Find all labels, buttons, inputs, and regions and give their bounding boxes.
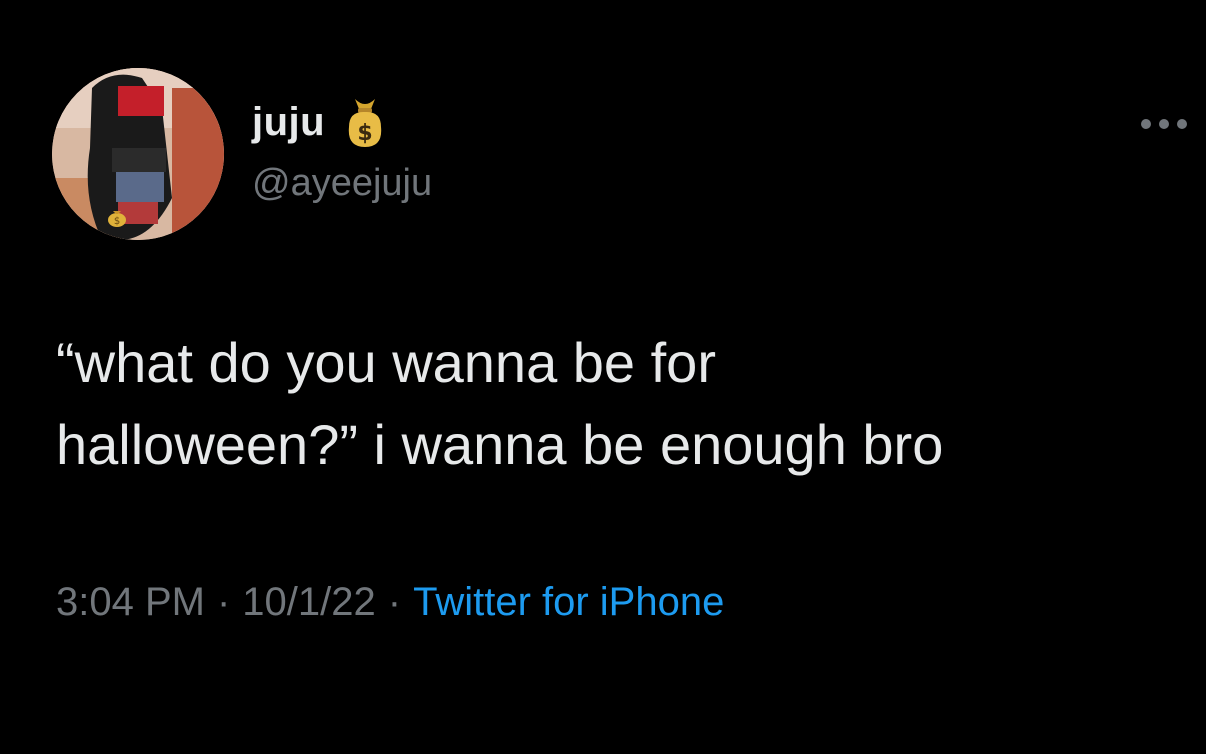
- display-name-row: juju $: [252, 92, 387, 152]
- money-bag-icon: $: [108, 211, 126, 227]
- more-options-icon[interactable]: [1138, 116, 1190, 132]
- tweet-time[interactable]: 3:04 PM: [56, 580, 205, 624]
- tweet-meta: 3:04 PM · 10/1/22 · Twitter for iPhone: [56, 580, 724, 625]
- display-name[interactable]: juju: [252, 100, 325, 145]
- tweet-text: “what do you wanna be for halloween?” i …: [56, 331, 944, 476]
- svg-text:$: $: [114, 216, 120, 227]
- tweet-source-link[interactable]: Twitter for iPhone: [413, 580, 724, 624]
- user-handle[interactable]: @ayeejuju: [252, 162, 432, 205]
- meta-separator: ·: [216, 580, 231, 624]
- profile-avatar[interactable]: [52, 68, 224, 240]
- meta-separator: ·: [387, 580, 402, 624]
- tweet-date[interactable]: 10/1/22: [242, 580, 375, 624]
- money-bag-icon: $: [348, 99, 382, 147]
- avatar-photo: [52, 68, 224, 240]
- svg-text:$: $: [357, 121, 372, 146]
- tweet-card: $ juju $ @ayeejuju “what do you wanna be…: [0, 0, 1206, 754]
